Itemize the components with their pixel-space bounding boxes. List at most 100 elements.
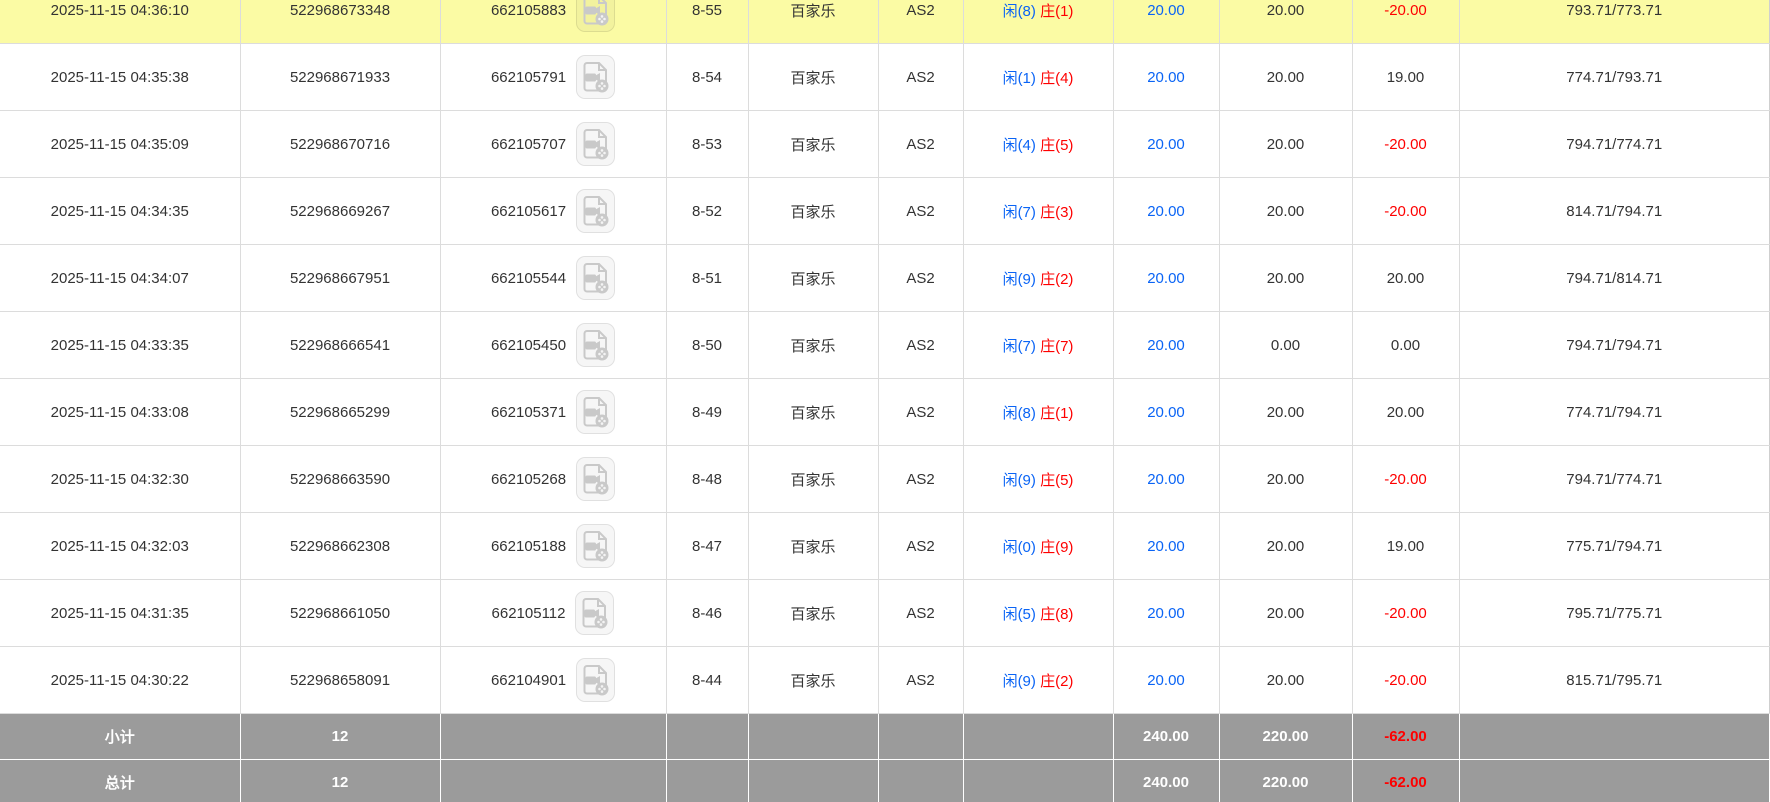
cell-table-round: 8-55	[665, 0, 749, 44]
cell-balance: 794.71/814.71	[1458, 244, 1770, 312]
cell-bet-number: 522968665299	[239, 378, 441, 446]
round-number-text: 662105617	[490, 202, 567, 220]
summary-count: 12	[239, 713, 441, 760]
cell-valid-amount: 20.00	[1218, 110, 1353, 178]
round-number-text: 662105112	[491, 604, 566, 622]
video-replay-button[interactable]	[576, 55, 616, 99]
cell-round-number: 662105188	[439, 512, 667, 580]
cell-bet-time: 2025-11-15 04:34:35	[0, 177, 241, 245]
video-replay-button[interactable]	[576, 457, 616, 501]
table-row[interactable]: 2025-11-15 04:30:22 522968658091 6621049…	[0, 646, 1770, 714]
cell-valid-amount: 20.00	[1218, 512, 1353, 580]
cell-balance: 815.71/795.71	[1458, 646, 1770, 714]
round-number-text: 662105371	[490, 403, 567, 421]
cell-bet-number: 522968670716	[239, 110, 441, 178]
cell-bet-amount[interactable]: 20.00	[1112, 177, 1220, 245]
result-player: 闲(9)	[1002, 672, 1036, 690]
cell-win-loss: -20.00	[1351, 579, 1460, 647]
video-replay-icon	[583, 0, 609, 26]
cell-bet-amount[interactable]: 20.00	[1112, 445, 1220, 513]
video-replay-icon	[582, 598, 608, 629]
cell-bet-amount[interactable]: 20.00	[1112, 378, 1220, 446]
result-player: 闲(7)	[1002, 337, 1036, 355]
cell-round-number: 662105371	[439, 378, 667, 446]
cell-bet-amount[interactable]: 20.00	[1112, 43, 1220, 111]
result-banker: 庄(1)	[1040, 2, 1074, 20]
cell-bet-amount[interactable]: 20.00	[1112, 311, 1220, 379]
cell-table-round: 8-49	[665, 378, 749, 446]
summary-empty-round	[439, 713, 667, 760]
video-replay-button[interactable]	[575, 591, 615, 635]
table-row[interactable]: 2025-11-15 04:33:35 522968666541 6621054…	[0, 311, 1770, 379]
cell-game-type: 百家乐	[747, 177, 879, 245]
cell-bet-time: 2025-11-15 04:33:08	[0, 378, 241, 446]
result-banker: 庄(4)	[1040, 69, 1074, 87]
cell-table-id: AS2	[877, 43, 964, 111]
result-player: 闲(4)	[1002, 136, 1036, 154]
round-number-text: 662105188	[490, 537, 567, 555]
cell-balance: 774.71/794.71	[1458, 378, 1770, 446]
cell-table-round: 8-50	[665, 311, 749, 379]
table-row[interactable]: 2025-11-15 04:34:07 522968667951 6621055…	[0, 244, 1770, 312]
cell-bet-time: 2025-11-15 04:32:30	[0, 445, 241, 513]
result-player: 闲(7)	[1002, 203, 1036, 221]
table-row[interactable]: 2025-11-15 04:35:38 522968671933 6621057…	[0, 43, 1770, 111]
cell-bet-amount[interactable]: 20.00	[1112, 579, 1220, 647]
cell-valid-amount: 20.00	[1218, 378, 1353, 446]
result-player: 闲(9)	[1002, 471, 1036, 489]
video-replay-button[interactable]	[576, 0, 616, 32]
cell-win-loss: -20.00	[1351, 110, 1460, 178]
cell-balance: 775.71/794.71	[1458, 512, 1770, 580]
cell-win-loss: 19.00	[1351, 512, 1460, 580]
video-replay-button[interactable]	[576, 256, 616, 300]
video-replay-button[interactable]	[576, 122, 616, 166]
video-replay-button[interactable]	[576, 189, 616, 233]
summary-empty-balance	[1458, 759, 1770, 802]
video-replay-button[interactable]	[576, 390, 616, 434]
cell-bet-amount[interactable]: 20.00	[1112, 244, 1220, 312]
table-row[interactable]: 2025-11-15 04:33:08 522968665299 6621053…	[0, 378, 1770, 446]
result-banker: 庄(2)	[1040, 270, 1074, 288]
summary-win-loss: -62.00	[1351, 713, 1460, 760]
result-player: 闲(1)	[1002, 69, 1036, 87]
result-banker: 庄(7)	[1040, 337, 1074, 355]
cell-bet-time: 2025-11-15 04:31:35	[0, 579, 241, 647]
cell-round-number: 662105450	[439, 311, 667, 379]
cell-bet-amount[interactable]: 20.00	[1112, 110, 1220, 178]
video-replay-button[interactable]	[576, 323, 616, 367]
table-row[interactable]: 2025-11-15 04:32:03 522968662308 6621051…	[0, 512, 1770, 580]
cell-game-type: 百家乐	[747, 311, 879, 379]
cell-bet-number: 522968658091	[239, 646, 441, 714]
cell-bet-number: 522968669267	[239, 177, 441, 245]
table-row[interactable]: 2025-11-15 04:35:09 522968670716 6621057…	[0, 110, 1770, 178]
video-replay-icon	[583, 129, 609, 160]
cell-table-id: AS2	[877, 110, 964, 178]
summary-bet-amount: 240.00	[1112, 713, 1220, 760]
video-replay-button[interactable]	[576, 524, 616, 568]
result-banker: 庄(1)	[1040, 404, 1074, 422]
table-row[interactable]: 2025-11-15 04:32:30 522968663590 6621052…	[0, 445, 1770, 513]
summary-empty-table-id	[877, 713, 964, 760]
table-scroll-area[interactable]: 2025-11-15 04:36:10 522968673348 6621058…	[0, 0, 1770, 802]
summary-label: 小计	[0, 713, 241, 760]
cell-game-type: 百家乐	[747, 0, 879, 44]
summary-row: 总计 12 240.00 220.00 -62.00	[0, 759, 1770, 802]
cell-bet-amount[interactable]: 20.00	[1112, 512, 1220, 580]
result-player: 闲(9)	[1002, 270, 1036, 288]
cell-game-type: 百家乐	[747, 110, 879, 178]
cell-bet-time: 2025-11-15 04:36:10	[0, 0, 241, 44]
cell-game-type: 百家乐	[747, 646, 879, 714]
video-replay-button[interactable]	[576, 658, 616, 702]
cell-balance: 814.71/794.71	[1458, 177, 1770, 245]
cell-table-id: AS2	[877, 0, 964, 44]
cell-bet-amount[interactable]: 20.00	[1112, 0, 1220, 44]
cell-balance: 774.71/793.71	[1458, 43, 1770, 111]
cell-bet-amount[interactable]: 20.00	[1112, 646, 1220, 714]
result-banker: 庄(3)	[1040, 203, 1074, 221]
table-row[interactable]: 2025-11-15 04:31:35 522968661050 6621051…	[0, 579, 1770, 647]
table-row[interactable]: 2025-11-15 04:34:35 522968669267 6621056…	[0, 177, 1770, 245]
round-number-text: 662105791	[490, 68, 567, 86]
cell-round-number: 662105883	[439, 0, 667, 44]
summary-valid-amount: 220.00	[1218, 759, 1353, 802]
table-row[interactable]: 2025-11-15 04:36:10 522968673348 6621058…	[0, 0, 1770, 44]
